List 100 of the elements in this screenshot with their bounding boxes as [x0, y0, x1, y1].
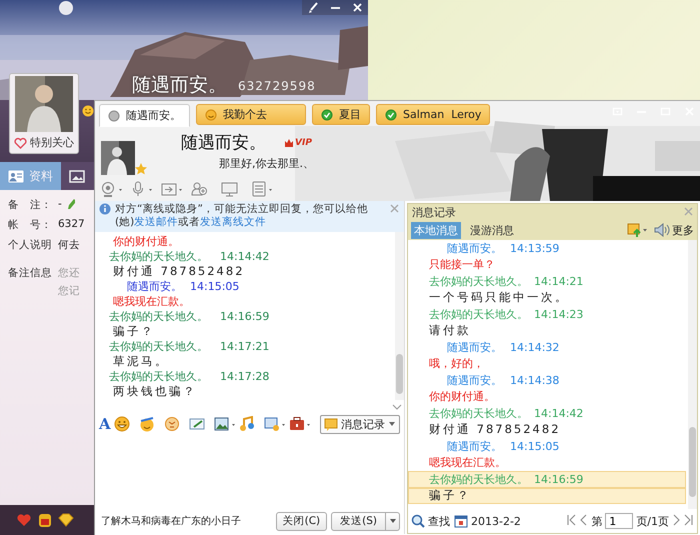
more-button[interactable]: 更多 [654, 222, 694, 238]
first-page-icon[interactable] [566, 514, 576, 526]
message-time: 14:16:59 [534, 472, 584, 486]
sender-name: 去你妈的天长地久。 [429, 274, 528, 289]
scrollbar[interactable] [395, 232, 404, 400]
signature-text: 那里好,你去那里.、 [218, 156, 314, 171]
panel-title: 消息记录 [412, 204, 456, 220]
last-page-icon[interactable] [684, 514, 694, 526]
message-row[interactable]: 一个号码只能中一次。 [408, 290, 686, 306]
send-email-link[interactable]: 发送邮件 [134, 216, 178, 228]
message-time: 14:14:38 [510, 374, 560, 387]
chat-tab[interactable]: 夏目 [312, 104, 370, 125]
message-text: 哦，好的， [429, 356, 484, 372]
sender-name: 去你妈的天长地久。 [109, 309, 208, 324]
sender-name: 随遇而安。 [447, 240, 502, 256]
previous-page-icon[interactable] [579, 514, 588, 526]
message-text: 财付通 787852482 [113, 264, 245, 279]
message-time: 14:17:21 [220, 340, 270, 353]
speaker-icon [654, 223, 670, 237]
field-label: 备 注： [8, 198, 53, 212]
ad-link[interactable]: 了解木马和病毒在广东的小日子 [101, 514, 272, 528]
chat-tab[interactable]: 随遇而安。 [99, 104, 190, 127]
field-value: 您记 [58, 284, 80, 298]
file-transfer-icon[interactable] [161, 181, 183, 197]
message-row[interactable]: 请付款 [408, 322, 686, 339]
scrollbar[interactable] [688, 240, 697, 509]
date-picker[interactable]: 2013-2-2 [454, 514, 521, 528]
penguin-icon[interactable] [38, 512, 52, 528]
contact-name: 随遇而安。 [181, 132, 266, 154]
history-tab[interactable]: 漫游消息 [467, 222, 517, 238]
message-time: 14:14:21 [534, 274, 584, 288]
message-row[interactable]: 随遇而安。 14:15:05 [408, 438, 686, 454]
message-row[interactable]: 财付通 787852482 [408, 422, 686, 438]
chat-tab[interactable]: Salman Leroy [376, 104, 490, 125]
notice-text: 对方“离线或隐身”，可能无法立即回复，您可以给他(她)发送邮件或者发送离线文件 [115, 203, 369, 229]
field-value: 您还 [58, 266, 80, 280]
message-time: 14:14:32 [510, 340, 560, 354]
special-care-button[interactable]: 特别关心 [12, 134, 76, 151]
send-offline-file-link[interactable]: 发送离线文件 [200, 216, 266, 228]
screen-icon[interactable] [264, 416, 286, 432]
sender-name: 去你妈的天长地久。 [429, 406, 528, 421]
message-time: 14:14:42 [220, 250, 270, 263]
next-page-icon[interactable] [672, 514, 681, 526]
field-value: - [58, 198, 62, 210]
diamond-icon[interactable] [58, 513, 74, 527]
message-text: 两块钱也骗？ [113, 384, 197, 399]
sender-name: 随遇而安。 [127, 279, 182, 294]
image-icon [69, 170, 85, 182]
heart-icon[interactable] [16, 512, 32, 528]
search-icon [411, 514, 425, 528]
sender-name: 随遇而安。 [447, 372, 502, 388]
message-row[interactable]: 哦，好的， [408, 356, 686, 372]
info-icon [99, 203, 111, 215]
microphone-icon[interactable] [131, 181, 153, 197]
message-row[interactable]: 你的财付通。 [408, 388, 686, 405]
close-chat-button[interactable]: 关闭(C) [276, 512, 328, 530]
message-row[interactable]: 随遇而安。 14:14:32 [408, 339, 686, 356]
message-row[interactable]: 嗯我现在汇款。 [408, 454, 686, 471]
message-text: 一个号码只能中一次。 [429, 290, 569, 306]
contact-avatar[interactable] [101, 141, 135, 175]
toolbox-icon[interactable] [288, 416, 311, 432]
contact-card-icon [8, 170, 24, 182]
webcam-icon[interactable] [101, 181, 123, 197]
message-row[interactable]: 随遇而安。 14:14:38 [408, 372, 686, 388]
pencil-icon[interactable] [66, 198, 75, 210]
star-icon [135, 163, 147, 175]
send-button[interactable]: 发送(S) [331, 512, 386, 530]
message-time: 14:16:59 [220, 310, 270, 323]
message-text: 你的财付通。 [113, 234, 179, 249]
sender-name: 去你妈的天长地久。 [429, 472, 528, 487]
field-label: 备注信息 [8, 266, 53, 280]
send-options-button[interactable] [386, 512, 400, 530]
sender-name: 随遇而安。 [447, 438, 502, 454]
document-icon[interactable] [251, 181, 273, 197]
image-icon[interactable] [214, 416, 236, 432]
message-text: 财付通 787852482 [429, 422, 561, 438]
page-field[interactable]: 1 [605, 513, 634, 529]
message-text: 请付款 [429, 323, 471, 338]
message-time: 14:17:28 [220, 370, 270, 383]
message-row[interactable]: 只能接一单？ [408, 256, 686, 273]
chat-tab[interactable]: 我勤个去 [196, 104, 306, 125]
message-row[interactable]: 随遇而安。 14:13:59 [408, 240, 686, 256]
message-history-button[interactable]: 消息记录 [320, 414, 400, 434]
field-label: 个人说明 [8, 238, 53, 252]
caret-icon [388, 518, 396, 524]
message-time: 14:15:05 [510, 440, 560, 453]
caret-icon [388, 421, 396, 427]
page-label: 第 [591, 514, 602, 528]
heart-icon [14, 136, 27, 148]
message-text: 草泥马。 [113, 354, 169, 369]
chevron-icon[interactable] [392, 403, 402, 411]
export-icon[interactable] [627, 222, 648, 238]
vip-badge: VIP [284, 138, 312, 148]
message-row[interactable]: 骗子？ [408, 488, 686, 504]
speech-bubble-icon [324, 418, 338, 430]
field-value: 何去 [58, 238, 80, 252]
font-button[interactable]: A [99, 415, 111, 433]
message-text: 只能接一单？ [429, 257, 495, 272]
search-button[interactable]: 查找 [411, 514, 450, 528]
message-text: 骗子？ [429, 488, 471, 504]
